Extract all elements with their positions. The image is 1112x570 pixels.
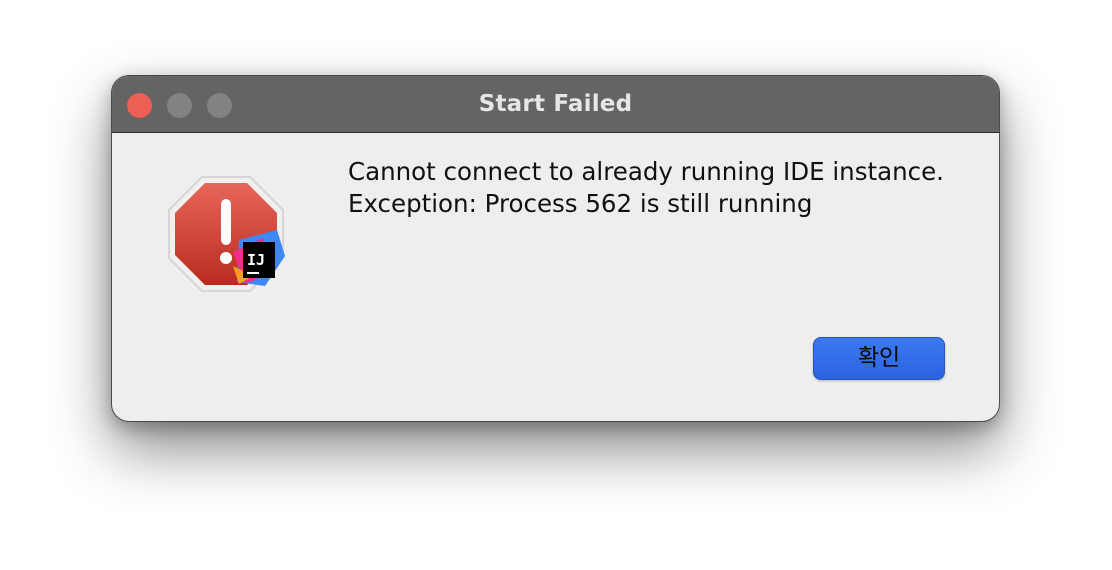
error-message-line: Exception: Process 562 is still running	[348, 189, 813, 218]
intellij-error-icon: IJ	[167, 174, 293, 292]
title-bar[interactable]: Start Failed	[112, 76, 999, 133]
start-failed-dialog: Start Failed IJ Cannot connect to alread…	[111, 75, 1000, 422]
error-message: Cannot connect to already running IDE in…	[348, 156, 988, 220]
window-title: Start Failed	[478, 91, 633, 117]
confirm-button[interactable]: 확인	[813, 337, 945, 380]
error-message-line: Cannot connect to already running IDE in…	[348, 157, 944, 186]
ij-badge-text: IJ	[247, 251, 265, 269]
